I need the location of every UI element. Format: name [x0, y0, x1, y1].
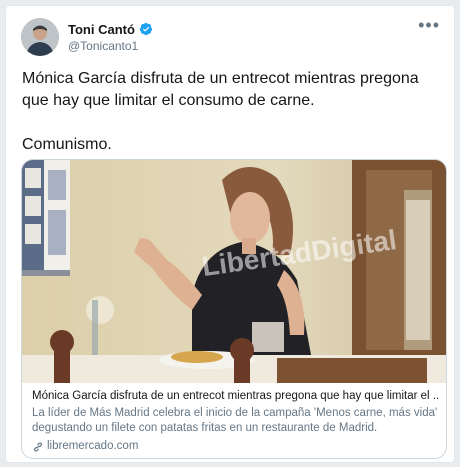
- link-icon: [33, 441, 43, 452]
- tweet-card[interactable]: Toni Cantó @Tonicanto1 ••• Mónica García…: [5, 5, 455, 463]
- card-photo: LibertadDigital: [22, 160, 446, 383]
- card-image[interactable]: LibertadDigital: [22, 160, 446, 383]
- card-info[interactable]: Mónica García disfruta de un entrecot mi…: [32, 389, 440, 454]
- display-name[interactable]: Toni Cantó: [68, 22, 135, 37]
- link-card[interactable]: LibertadDigital Mónica García disfruta d…: [21, 159, 447, 459]
- card-domain-text[interactable]: libremercado.com: [47, 439, 138, 454]
- card-domain[interactable]: libremercado.com: [32, 439, 440, 454]
- avatar[interactable]: [21, 18, 59, 56]
- avatar-image: [21, 18, 59, 56]
- tweet-text: Mónica García disfruta de un entrecot mi…: [22, 68, 442, 156]
- card-description: La líder de Más Madrid celebra el inicio…: [32, 407, 438, 434]
- more-options-icon[interactable]: •••: [418, 16, 440, 34]
- user-handle[interactable]: @Tonicanto1: [68, 39, 138, 53]
- tweet-text-line: Comunismo.: [22, 136, 112, 153]
- card-title[interactable]: Mónica García disfruta de un entrecot mi…: [32, 389, 440, 404]
- tweet-text-line: Mónica García disfruta de un entrecot mi…: [22, 70, 419, 109]
- verified-badge-icon: [139, 22, 153, 36]
